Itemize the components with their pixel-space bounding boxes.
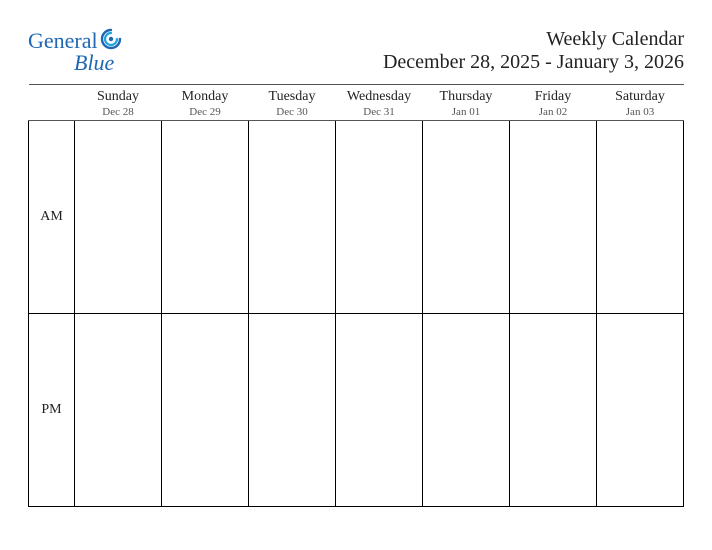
cell-am-sat[interactable]	[597, 121, 684, 314]
row-pm: PM	[29, 314, 684, 507]
weekly-calendar-table: Sunday Dec 28 Monday Dec 29 Tuesday Dec …	[28, 84, 684, 507]
header-bar: General Blue Weekly Calendar December 28…	[28, 28, 684, 74]
cell-pm-fri[interactable]	[510, 314, 597, 507]
cell-pm-sat[interactable]	[597, 314, 684, 507]
page-title: Weekly Calendar	[383, 28, 684, 51]
cell-am-mon[interactable]	[162, 121, 249, 314]
day-header-row: Sunday Dec 28 Monday Dec 29 Tuesday Dec …	[29, 85, 684, 121]
day-header-tue: Tuesday Dec 30	[249, 85, 336, 121]
day-date: Dec 28	[75, 106, 162, 118]
day-name: Wednesday	[336, 89, 423, 105]
cell-pm-mon[interactable]	[162, 314, 249, 507]
day-date: Dec 31	[336, 106, 423, 118]
cell-am-tue[interactable]	[249, 121, 336, 314]
day-name: Tuesday	[249, 89, 336, 105]
cell-pm-sun[interactable]	[75, 314, 162, 507]
day-header-wed: Wednesday Dec 31	[336, 85, 423, 121]
brand-logo: General Blue	[28, 28, 122, 74]
day-name: Saturday	[597, 89, 684, 105]
day-date: Dec 30	[249, 106, 336, 118]
day-name: Thursday	[423, 89, 510, 105]
day-date: Jan 01	[423, 106, 510, 118]
day-header-mon: Monday Dec 29	[162, 85, 249, 121]
row-label-pm: PM	[29, 314, 75, 507]
row-label-am: AM	[29, 121, 75, 314]
day-header-sun: Sunday Dec 28	[75, 85, 162, 121]
day-date: Jan 03	[597, 106, 684, 118]
day-name: Monday	[162, 89, 249, 105]
day-name: Sunday	[75, 89, 162, 105]
cell-pm-tue[interactable]	[249, 314, 336, 507]
row-am: AM	[29, 121, 684, 314]
cell-am-fri[interactable]	[510, 121, 597, 314]
cell-pm-thu[interactable]	[423, 314, 510, 507]
brand-text-2: Blue	[74, 52, 114, 74]
cell-pm-wed[interactable]	[336, 314, 423, 507]
day-header-sat: Saturday Jan 03	[597, 85, 684, 121]
cell-am-sun[interactable]	[75, 121, 162, 314]
header-corner	[29, 85, 75, 121]
day-header-thu: Thursday Jan 01	[423, 85, 510, 121]
page-heading: Weekly Calendar December 28, 2025 - Janu…	[383, 28, 684, 74]
cell-am-thu[interactable]	[423, 121, 510, 314]
cell-am-wed[interactable]	[336, 121, 423, 314]
calendar-page: General Blue Weekly Calendar December 28…	[0, 0, 712, 531]
day-date: Jan 02	[510, 106, 597, 118]
day-date: Dec 29	[162, 106, 249, 118]
brand-text-1: General	[28, 30, 98, 52]
day-name: Friday	[510, 89, 597, 105]
day-header-fri: Friday Jan 02	[510, 85, 597, 121]
date-range: December 28, 2025 - January 3, 2026	[383, 51, 684, 74]
